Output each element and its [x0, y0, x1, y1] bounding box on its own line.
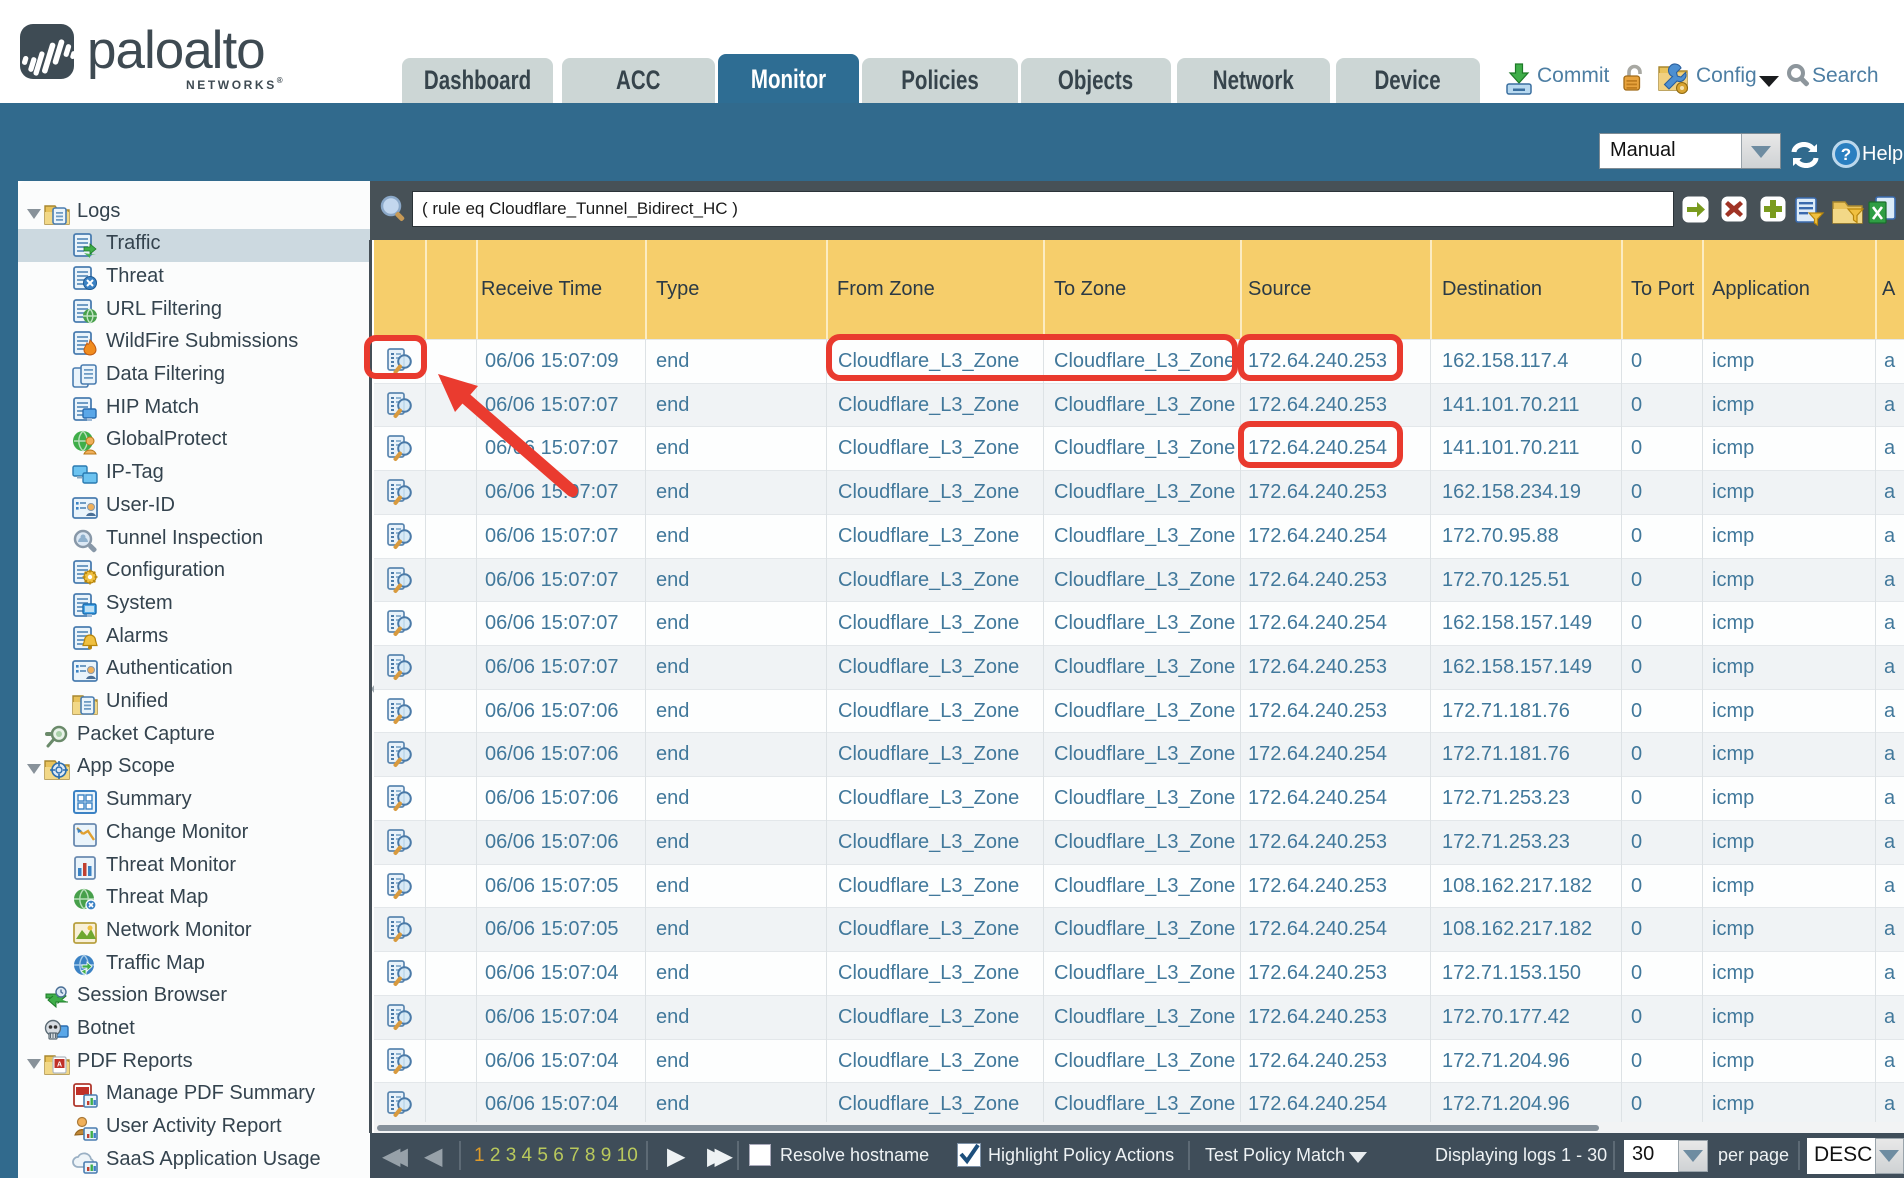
svg-text:A: A	[57, 1061, 62, 1068]
svg-text:?: ?	[1841, 145, 1851, 164]
